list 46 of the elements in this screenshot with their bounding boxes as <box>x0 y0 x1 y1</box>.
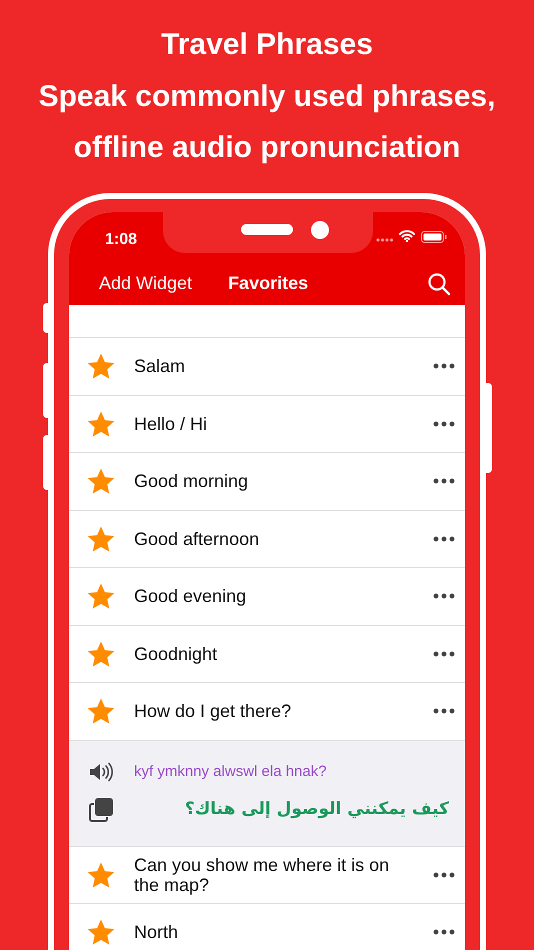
signal-icon <box>376 238 394 242</box>
phrase-row[interactable]: Hello / Hi <box>69 396 465 453</box>
speaker-icon[interactable] <box>88 762 114 782</box>
more-icon[interactable] <box>433 593 455 600</box>
translation-text: كيف يمكنني الوصول إلى هناك؟ <box>184 798 449 822</box>
phrase-text[interactable]: Can you show me where it is on the map? <box>134 854 433 895</box>
phrase-text[interactable]: Goodnight <box>134 644 433 664</box>
transliteration-text: kyf ymknny alwswl ela hnak? <box>134 762 327 782</box>
nav-tab[interactable]: Favorites <box>228 270 308 297</box>
phrase-row[interactable]: Good afternoon <box>69 510 465 568</box>
star-icon[interactable] <box>86 582 116 610</box>
phrase-row[interactable]: Goodnight <box>69 626 465 683</box>
phrase-text[interactable]: North <box>134 922 433 942</box>
speaker-grille <box>241 224 293 235</box>
star-icon[interactable] <box>86 697 116 726</box>
phrase-text[interactable]: Good afternoon <box>134 528 433 549</box>
more-icon[interactable] <box>433 929 455 936</box>
phrase-text[interactable]: How do I get there? <box>134 701 433 722</box>
star-icon[interactable] <box>86 918 116 946</box>
battery-icon <box>421 231 447 243</box>
more-icon[interactable] <box>433 872 455 878</box>
more-icon[interactable] <box>433 650 455 657</box>
star-icon[interactable] <box>86 467 116 496</box>
copy-icon[interactable] <box>88 797 114 823</box>
headline-text: offline audio pronunciation <box>74 130 460 166</box>
more-icon[interactable] <box>433 363 455 370</box>
more-icon[interactable] <box>433 708 455 714</box>
star-icon[interactable] <box>86 352 116 380</box>
nav-tab[interactable]: Add Widget <box>99 270 192 297</box>
phrase-text[interactable]: Good morning <box>134 471 433 492</box>
star-icon[interactable] <box>86 524 116 553</box>
search-icon[interactable] <box>427 272 451 296</box>
phrase-text[interactable]: Salam <box>134 356 433 376</box>
more-icon[interactable] <box>433 420 455 427</box>
more-icon[interactable] <box>433 478 455 484</box>
phrase-row[interactable]: Can you show me where it is on the map? <box>69 846 465 904</box>
star-icon[interactable] <box>86 640 116 668</box>
headline-text: Speak commonly used phrases, <box>38 78 496 114</box>
more-icon[interactable] <box>433 536 455 542</box>
phrase-text[interactable]: Hello / Hi <box>134 414 433 434</box>
headline-text: Travel Phrases <box>161 27 373 63</box>
star-icon[interactable] <box>86 410 116 438</box>
wifi-icon <box>399 230 415 242</box>
star-icon[interactable] <box>86 860 116 889</box>
status-time: 1:08 <box>105 230 138 250</box>
phrase-text[interactable]: Good evening <box>134 586 433 606</box>
